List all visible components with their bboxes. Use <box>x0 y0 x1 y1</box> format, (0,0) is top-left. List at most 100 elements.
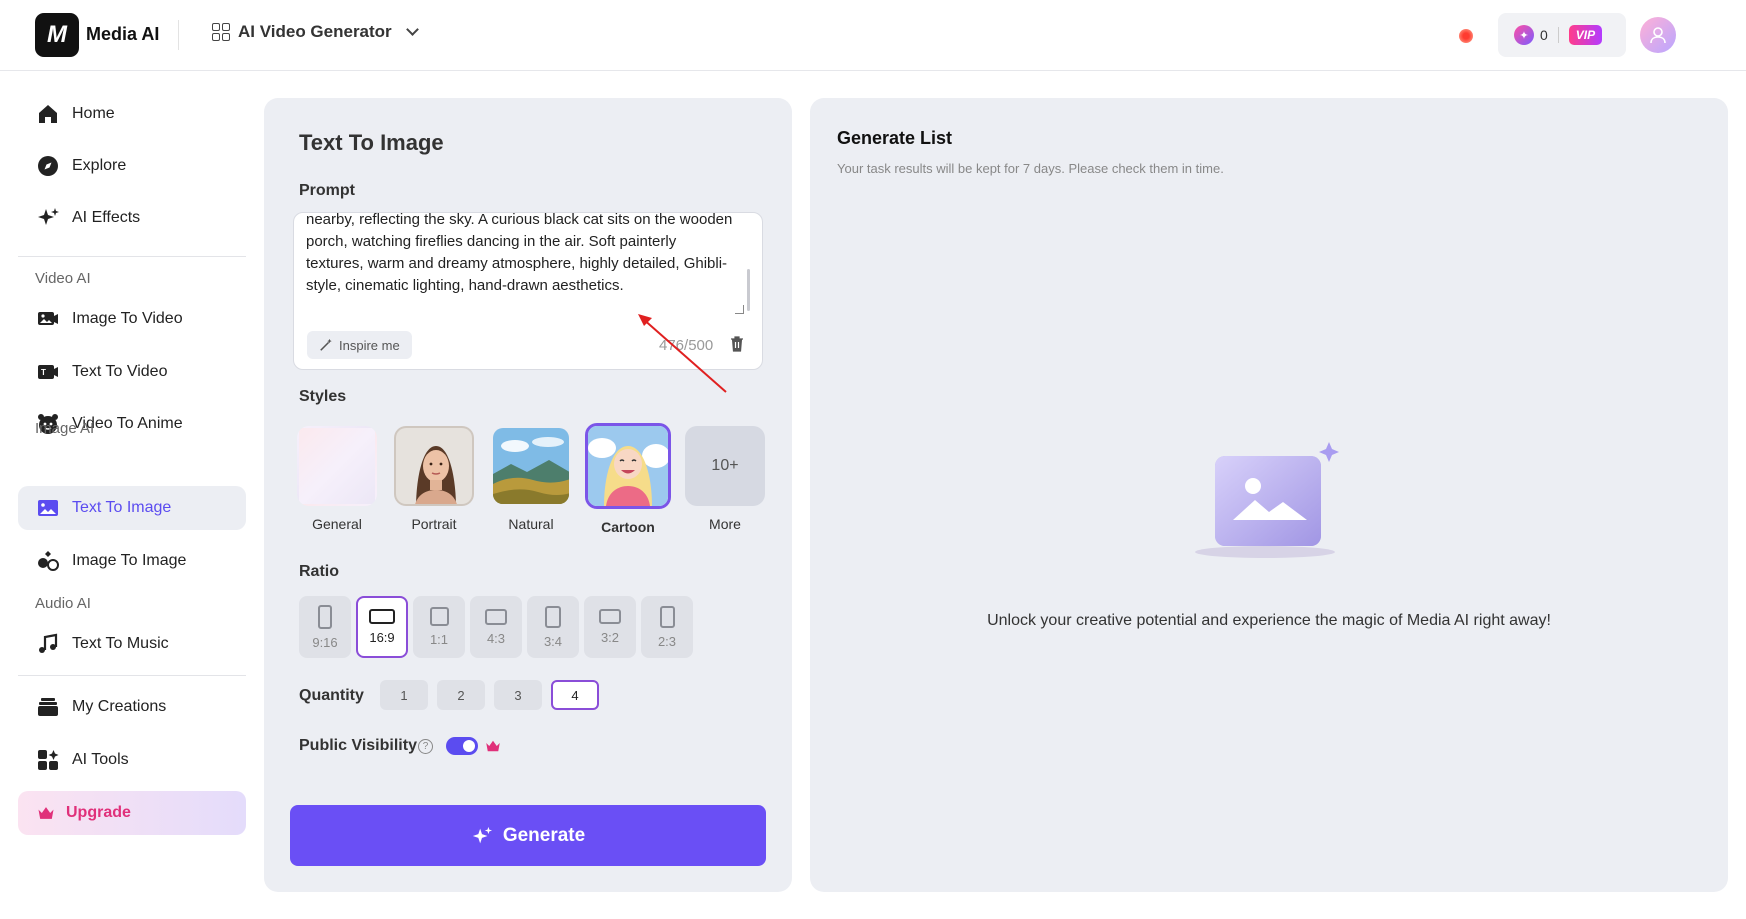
crown-icon <box>38 807 54 819</box>
ratio-label-text: 9:16 <box>312 634 338 650</box>
ratio-3-4[interactable]: 3:4 <box>527 596 579 658</box>
crown-icon <box>486 740 500 752</box>
prompt-scrollbar[interactable] <box>747 269 750 311</box>
ratio-1-1[interactable]: 1:1 <box>413 596 465 658</box>
sidebar-item-ai-effects[interactable]: AI Effects <box>18 196 246 240</box>
generate-list-title: Generate List <box>837 128 953 148</box>
ratio-4-3[interactable]: 4:3 <box>470 596 522 658</box>
ratio-16-9[interactable]: 16:9 <box>356 596 408 658</box>
style-portrait[interactable]: Portrait <box>391 426 477 535</box>
empty-image-illustration <box>1195 442 1339 558</box>
section-label-video: Video AI <box>35 270 91 287</box>
quantity-2[interactable]: 2 <box>437 680 485 710</box>
sidebar-item-text-to-video[interactable]: T Text To Video <box>18 350 246 394</box>
quantity-4[interactable]: 4 <box>551 680 599 710</box>
ratio-shape-icon <box>429 607 449 626</box>
sidebar-item-label: Text To Music <box>72 635 169 652</box>
image-transform-icon <box>38 551 59 571</box>
style-general[interactable]: General <box>294 426 380 535</box>
style-thumb-general <box>297 426 377 506</box>
portrait-thumbnail <box>396 428 472 504</box>
text-video-icon: T <box>38 365 58 379</box>
compass-icon <box>38 156 58 176</box>
home-icon <box>39 105 57 123</box>
notification-dot[interactable] <box>1459 29 1473 43</box>
folder-stack-icon <box>38 698 58 716</box>
quantity-3[interactable]: 3 <box>494 680 542 710</box>
header-divider <box>178 20 179 50</box>
sidebar-item-text-to-image[interactable]: Text To Image <box>18 486 246 530</box>
tools-grid-icon <box>38 750 59 770</box>
generate-label: Generate <box>502 824 586 846</box>
cartoon-thumbnail <box>588 426 668 506</box>
credits-widget[interactable]: ✦ 0 VIP <box>1498 13 1626 57</box>
sidebar-item-label: Home <box>72 105 115 122</box>
trash-icon[interactable] <box>728 335 746 353</box>
style-natural[interactable]: Natural <box>488 426 574 535</box>
upgrade-label: Upgrade <box>66 804 131 821</box>
ratio-2-3[interactable]: 2:3 <box>641 596 693 658</box>
resize-handle[interactable] <box>735 305 744 314</box>
public-visibility-toggle[interactable] <box>446 737 478 755</box>
chevron-down-icon <box>405 23 419 36</box>
user-avatar[interactable] <box>1640 17 1676 53</box>
credit-count: 0 <box>1540 27 1548 43</box>
prompt-label: Prompt <box>299 182 355 199</box>
sidebar-item-image-to-image[interactable]: Image To Image <box>18 539 246 583</box>
help-icon[interactable]: ? <box>418 739 433 754</box>
style-name: Cartoon <box>601 519 655 535</box>
sidebar-divider <box>18 675 246 676</box>
style-name: More <box>709 516 741 532</box>
style-more[interactable]: 10+ More <box>682 426 768 535</box>
style-thumb-cartoon <box>585 423 671 509</box>
image-ai-icon <box>38 500 58 516</box>
sidebar-divider <box>18 256 246 257</box>
empty-state-message: Unlock your creative potential and exper… <box>987 612 1551 629</box>
sidebar-item-text-to-music[interactable]: Text To Music <box>18 622 246 666</box>
ratio-label-text: 16:9 <box>369 630 395 645</box>
style-name: Natural <box>508 516 554 532</box>
ratio-options: 9:16 16:9 1:1 4:3 3:4 3:2 2:3 <box>299 596 693 658</box>
quantity-options: 1 2 3 4 <box>380 680 599 710</box>
style-cartoon[interactable]: Cartoon <box>585 423 671 535</box>
ratio-shape-icon <box>318 604 332 629</box>
prompt-text[interactable]: nearby, reflecting the sky. A curious bl… <box>306 213 736 297</box>
sparkle-icon <box>472 826 492 843</box>
ratio-label-text: 3:2 <box>600 630 620 645</box>
vip-badge[interactable]: VIP <box>1568 25 1603 45</box>
sidebar-item-ai-tools[interactable]: AI Tools <box>18 738 246 782</box>
sidebar-item-home[interactable]: Home <box>18 92 246 136</box>
app-switcher[interactable]: AI Video Generator <box>212 22 419 42</box>
style-thumb-portrait <box>394 426 474 506</box>
character-count: 476/500 <box>659 337 714 354</box>
style-name: General <box>312 516 362 532</box>
generate-button[interactable]: Generate <box>290 805 766 866</box>
user-icon <box>1650 27 1666 44</box>
upgrade-button[interactable]: Upgrade <box>18 791 246 835</box>
prompt-field[interactable]: nearby, reflecting the sky. A curious bl… <box>293 212 763 370</box>
ratio-shape-icon <box>599 609 621 624</box>
ratio-label-text: 3:4 <box>543 633 563 649</box>
style-thumb-more: 10+ <box>685 426 765 506</box>
ratio-3-2[interactable]: 3:2 <box>584 596 636 658</box>
public-visibility-label: Public Visibility <box>299 737 417 754</box>
sidebar-item-explore[interactable]: Explore <box>18 144 246 188</box>
sparkle-icon <box>38 208 59 225</box>
ratio-label-text: 1:1 <box>429 632 449 647</box>
sidebar-item-label: Text To Video <box>72 363 168 380</box>
logo[interactable]: M <box>35 13 79 57</box>
ratio-shape-icon <box>659 605 675 628</box>
sidebar-item-label: My Creations <box>72 698 167 715</box>
sidebar-item-image-to-video[interactable]: Image To Video <box>18 297 246 341</box>
sidebar-item-my-creations[interactable]: My Creations <box>18 685 246 729</box>
credits-divider <box>1557 27 1559 43</box>
inspire-me-button[interactable]: Inspire me <box>307 331 412 359</box>
credit-coin-icon: ✦ <box>1514 25 1534 45</box>
music-note-icon <box>39 633 58 653</box>
magic-wand-icon <box>320 338 332 351</box>
ratio-9-16[interactable]: 9:16 <box>299 596 351 658</box>
sidebar-item-label: AI Tools <box>72 751 129 768</box>
quantity-1[interactable]: 1 <box>380 680 428 710</box>
styles-row: General Portrait Natural Cartoon 10+ Mor… <box>294 423 768 535</box>
grid-icon <box>212 23 230 41</box>
